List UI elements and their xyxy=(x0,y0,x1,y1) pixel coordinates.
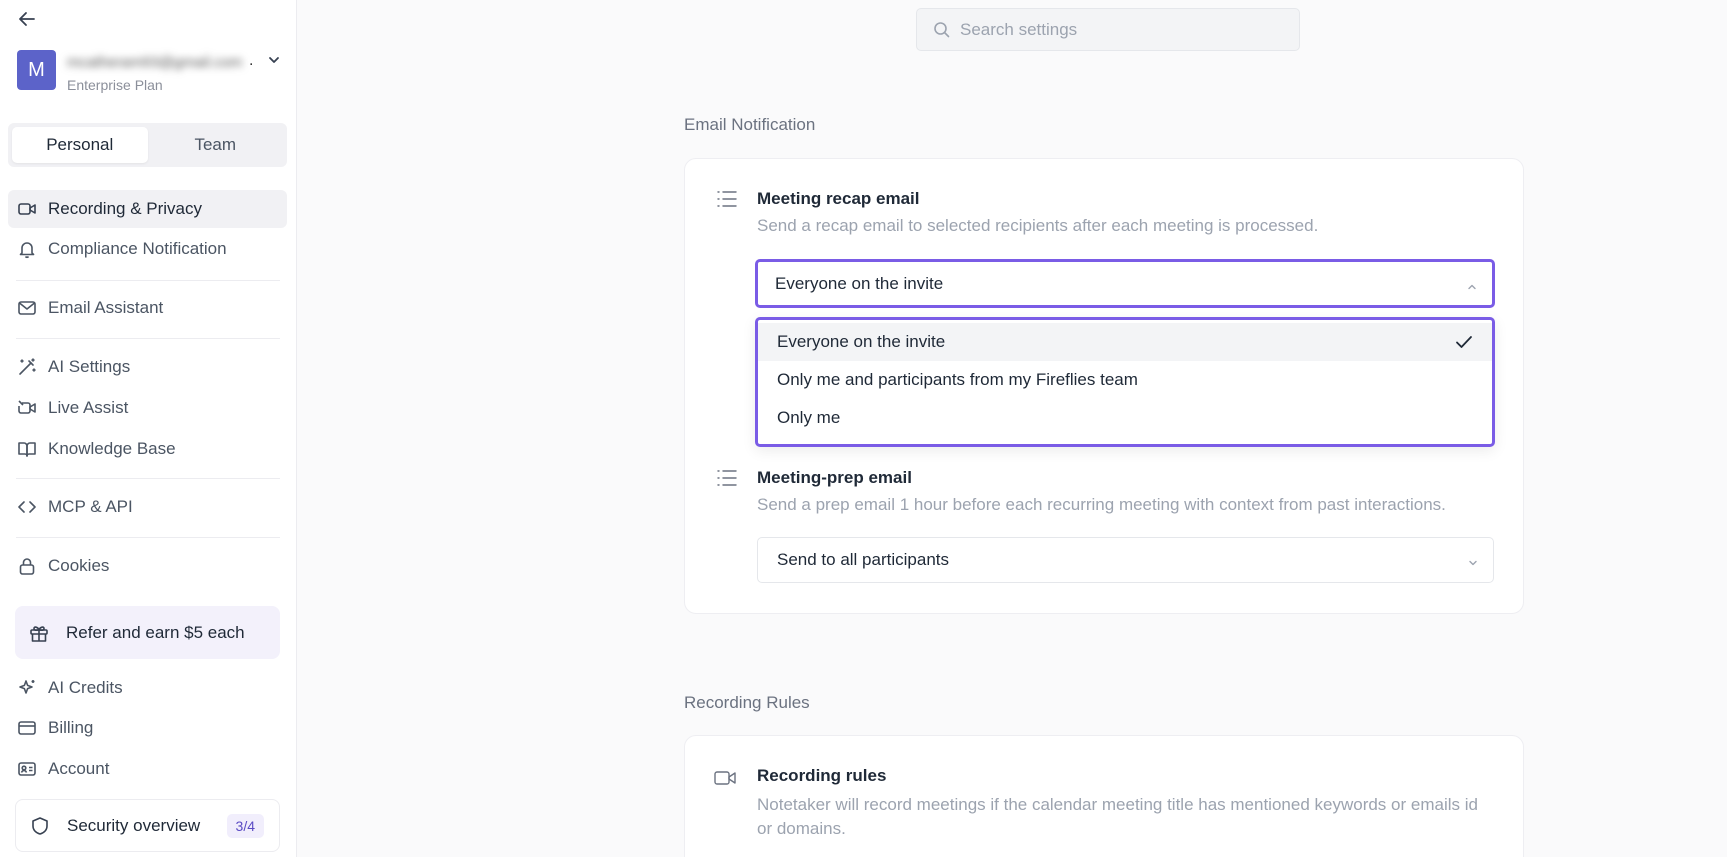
scope-toggle: Personal Team xyxy=(8,123,287,167)
sparkle-icon xyxy=(17,678,37,698)
recap-email-select[interactable]: Everyone on the invite xyxy=(755,259,1495,308)
recap-email-title: Meeting recap email xyxy=(757,189,920,208)
recap-email-selected-value: Everyone on the invite xyxy=(775,273,944,293)
prep-email-select[interactable]: Send to all participants xyxy=(757,537,1494,583)
credit-card-icon xyxy=(17,718,37,738)
sidebar-item-live-assist[interactable]: Live Assist xyxy=(8,389,287,427)
security-overview-button[interactable]: Security overview 3/4 xyxy=(15,799,280,852)
nav-divider xyxy=(16,537,280,538)
prep-email-selected-value: Send to all participants xyxy=(777,550,949,569)
chevron-up-icon xyxy=(1466,278,1478,290)
refer-and-earn-button[interactable]: Refer and earn $5 each xyxy=(15,606,280,659)
option-label: Everyone on the invite xyxy=(777,332,946,351)
sidebar-item-account[interactable]: Account xyxy=(8,750,287,788)
sidebar-item-label: Email Assistant xyxy=(48,298,164,317)
avatar: M xyxy=(17,50,56,90)
code-icon xyxy=(17,497,37,517)
nav-divider xyxy=(16,280,280,281)
back-arrow-icon[interactable] xyxy=(16,8,38,30)
recording-rules-title: Recording rules xyxy=(757,766,887,785)
mail-icon xyxy=(17,298,37,318)
dropdown-option-fireflies-team[interactable]: Only me and participants from my Firefli… xyxy=(758,361,1492,399)
section-title-email-notification: Email Notification xyxy=(684,115,816,134)
bell-icon xyxy=(17,239,37,259)
dropdown-option-only-me[interactable]: Only me xyxy=(758,399,1492,437)
security-label: Security overview xyxy=(67,815,201,835)
tab-team[interactable]: Team xyxy=(148,127,284,163)
list-icon xyxy=(715,466,739,490)
chevron-down-icon[interactable] xyxy=(267,53,281,67)
sidebar-item-recording-privacy[interactable]: Recording & Privacy xyxy=(8,190,287,228)
check-icon xyxy=(1454,332,1474,352)
sidebar-item-label: Account xyxy=(48,759,110,778)
sidebar-item-label: Knowledge Base xyxy=(48,439,176,458)
sidebar-item-mcp-api[interactable]: MCP & API xyxy=(8,488,287,526)
tab-personal[interactable]: Personal xyxy=(12,127,148,163)
shield-icon xyxy=(29,815,51,837)
option-label: Only me xyxy=(777,408,841,427)
section-title-recording-rules: Recording Rules xyxy=(684,693,810,712)
recording-rules-card: Recording rules Notetaker will record me… xyxy=(684,735,1524,857)
sidebar-item-cookies[interactable]: Cookies xyxy=(8,547,287,585)
recording-rules-description: Notetaker will record meetings if the ca… xyxy=(757,795,1478,838)
sidebar-item-ai-credits[interactable]: AI Credits xyxy=(8,669,287,707)
sidebar-item-billing[interactable]: Billing xyxy=(8,709,287,747)
search-icon xyxy=(933,21,950,38)
sidebar-item-email-assistant[interactable]: Email Assistant xyxy=(8,289,287,327)
lock-icon xyxy=(17,556,37,576)
prep-email-title: Meeting-prep email xyxy=(757,468,912,487)
security-score-badge: 3/4 xyxy=(226,814,264,838)
id-card-icon xyxy=(17,759,37,779)
sidebar: M mcatheram93@gmail.com . Enterprise Pla… xyxy=(0,0,297,857)
sidebar-item-label: Cookies xyxy=(48,556,110,575)
book-icon xyxy=(17,439,37,459)
sidebar-item-knowledge-base[interactable]: Knowledge Base xyxy=(8,430,287,468)
option-label: Only me and participants from my Firefli… xyxy=(777,370,1138,389)
video-camera-icon xyxy=(17,199,37,219)
nav-divider xyxy=(16,338,280,339)
magic-wand-icon xyxy=(17,357,37,377)
list-icon xyxy=(715,187,739,211)
sidebar-item-label: Billing xyxy=(48,718,94,737)
refer-label: Refer and earn $5 each xyxy=(66,622,245,642)
gift-icon xyxy=(28,622,50,644)
chevron-down-icon xyxy=(1467,554,1479,566)
account-email-ellipsis: . xyxy=(249,52,254,69)
plan-label: Enterprise Plan xyxy=(67,77,163,93)
search-bar[interactable] xyxy=(916,8,1300,51)
sidebar-item-ai-settings[interactable]: AI Settings xyxy=(8,348,287,386)
sidebar-item-label: AI Settings xyxy=(48,357,131,376)
search-input[interactable] xyxy=(960,19,1280,40)
sidebar-item-label: Compliance Notification xyxy=(48,239,227,258)
account-email: mcatheram93@gmail.com xyxy=(67,54,243,70)
nav-divider xyxy=(16,478,280,479)
prep-email-description: Send a prep email 1 hour before each rec… xyxy=(757,495,1446,514)
sidebar-item-compliance-notification[interactable]: Compliance Notification xyxy=(8,230,287,268)
sidebar-item-label: Live Assist xyxy=(48,398,129,417)
sidebar-item-label: Recording & Privacy xyxy=(48,199,203,218)
video-camera-icon xyxy=(713,766,737,790)
account-switcher[interactable]: M mcatheram93@gmail.com . Enterprise Pla… xyxy=(17,50,287,94)
video-off-icon xyxy=(17,398,37,418)
sidebar-item-label: AI Credits xyxy=(48,678,123,697)
recap-email-dropdown: Everyone on the invite Only me and parti… xyxy=(755,317,1495,447)
recap-email-description: Send a recap email to selected recipient… xyxy=(757,216,1319,235)
sidebar-item-label: MCP & API xyxy=(48,497,133,516)
dropdown-option-everyone[interactable]: Everyone on the invite xyxy=(758,323,1492,361)
